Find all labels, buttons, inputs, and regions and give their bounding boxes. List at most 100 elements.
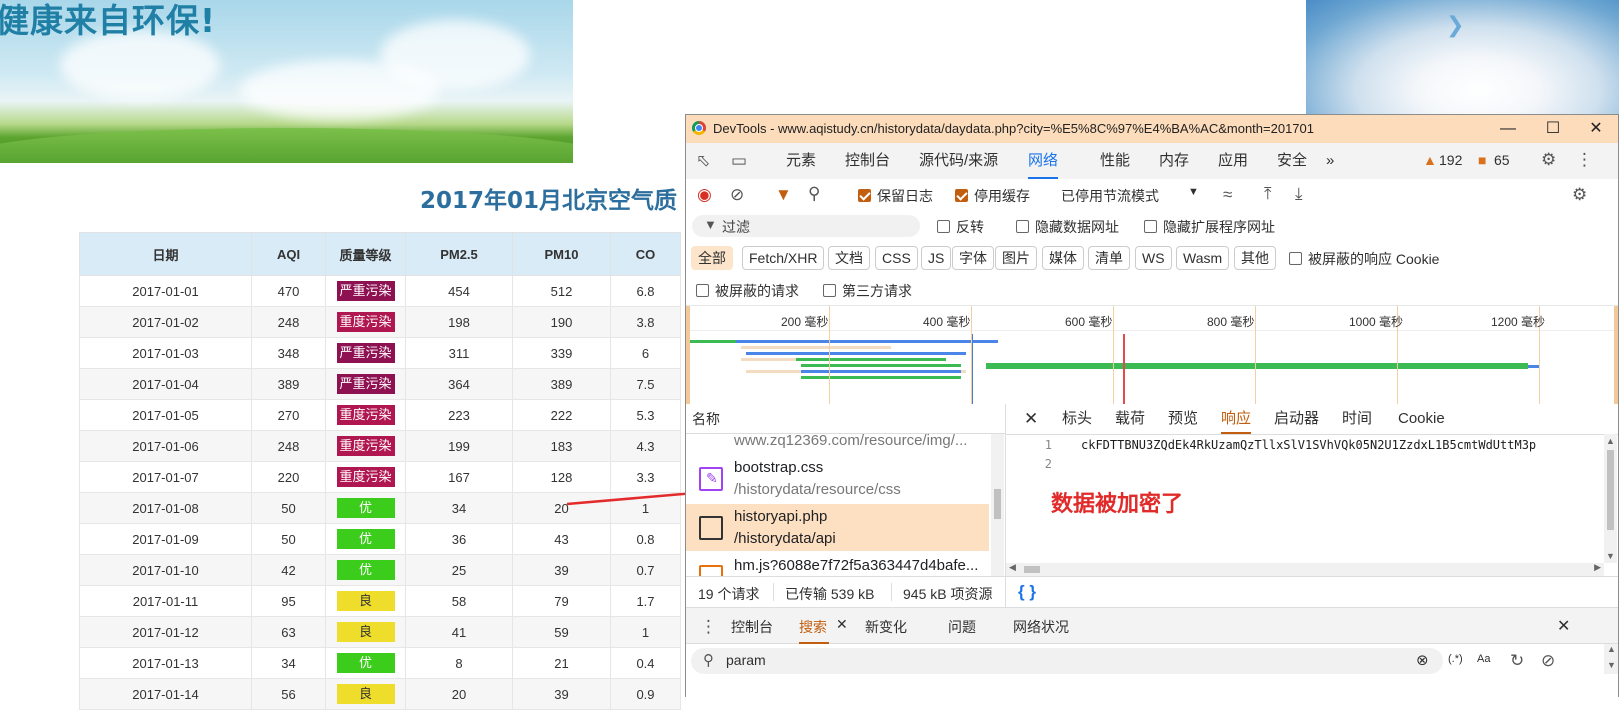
- detail-tab-headers[interactable]: 标头: [1062, 404, 1092, 434]
- tab-sources[interactable]: 源代码/来源: [919, 143, 998, 179]
- device-toolbar-icon[interactable]: ▭: [731, 152, 747, 169]
- preserve-log-checkbox[interactable]: [858, 187, 871, 203]
- timeline-tick-label: 1200 毫秒: [1491, 315, 1546, 329]
- drawer-tab-changes[interactable]: 新变化: [865, 617, 907, 637]
- clear-icon[interactable]: ⊘: [730, 186, 744, 203]
- filter-icon[interactable]: ▼: [775, 186, 792, 203]
- more-tabs-icon[interactable]: »: [1326, 143, 1334, 179]
- type-filter-chip[interactable]: 其他: [1234, 246, 1276, 270]
- drawer-tab-network-conditions[interactable]: 网络状况: [1013, 617, 1069, 637]
- search-scrollbar[interactable]: ▲ ▼: [1604, 644, 1618, 674]
- type-filter-chip[interactable]: WS: [1135, 246, 1172, 270]
- detail-tab-preview[interactable]: 预览: [1168, 404, 1198, 434]
- network-settings-icon[interactable]: ⚙: [1572, 186, 1587, 203]
- tab-security[interactable]: 安全: [1277, 143, 1307, 179]
- type-filter-chip[interactable]: CSS: [875, 246, 918, 270]
- drawer-tab-issues[interactable]: 问题: [948, 617, 976, 637]
- type-filter-chip[interactable]: JS: [921, 246, 952, 270]
- type-filter-chip[interactable]: Wasm: [1176, 246, 1230, 270]
- request-list-scrollbar[interactable]: [991, 434, 1004, 576]
- hide-ext-urls-checkbox[interactable]: [1144, 218, 1157, 234]
- tab-elements[interactable]: 元素: [786, 143, 816, 179]
- disable-cache-checkbox[interactable]: [955, 187, 968, 203]
- pretty-print-icon[interactable]: { }: [1018, 582, 1036, 602]
- maximize-button[interactable]: ☐: [1531, 116, 1575, 142]
- search-input[interactable]: ⚲ param ⊗: [691, 648, 1443, 674]
- drawer-menu-icon[interactable]: ⋮: [700, 618, 717, 635]
- request-path: /historydata/resource/css: [734, 481, 901, 498]
- line-number: 2: [1044, 457, 1052, 471]
- hide-ext-urls-label: 隐藏扩展程序网址: [1163, 219, 1275, 235]
- detail-tab-cookies[interactable]: Cookie: [1398, 404, 1445, 434]
- drawer-tab-search[interactable]: 搜索: [799, 617, 827, 637]
- preserve-log-label: 保留日志: [877, 188, 933, 204]
- request-row[interactable]: ✎ bootstrap.css /historydata/resource/cs…: [686, 455, 989, 502]
- tab-performance[interactable]: 性能: [1100, 143, 1130, 179]
- timeline-tick-label: 400 毫秒: [923, 315, 971, 329]
- close-search-tab-icon[interactable]: ✕: [836, 616, 848, 633]
- chevron-down-icon[interactable]: ▼: [1188, 186, 1199, 198]
- warning-count[interactable]: 192: [1439, 152, 1462, 168]
- response-scrollbar[interactable]: ▲ ▼: [1604, 434, 1617, 563]
- inspect-element-icon[interactable]: ⬁: [696, 152, 710, 169]
- type-filter-chip[interactable]: 清单: [1088, 246, 1130, 270]
- tab-console[interactable]: 控制台: [845, 143, 890, 179]
- response-line[interactable]: ckFDTTBNU3ZQdEk4RkUzamQzTllxSlV1SVhVQk05…: [1081, 438, 1536, 452]
- hide-data-urls-label: 隐藏数据网址: [1035, 219, 1119, 235]
- type-filter-chip[interactable]: 文档: [828, 246, 870, 270]
- type-filter-chip[interactable]: 媒体: [1042, 246, 1084, 270]
- import-har-icon[interactable]: ⤒: [1264, 185, 1272, 202]
- network-toolbar: ◉ ⊘ ▼ ⚲ 保留日志 停用缓存 已停用节流模式 ▼ ≈ ⤒ ⤓ ⚙: [686, 179, 1618, 212]
- error-count[interactable]: 65: [1494, 152, 1510, 168]
- drawer-tab-console[interactable]: 控制台: [731, 617, 773, 637]
- blocked-cookies-checkbox[interactable]: [1289, 250, 1302, 266]
- invert-checkbox[interactable]: [937, 218, 950, 234]
- case-sensitive-toggle[interactable]: Aa: [1477, 653, 1490, 665]
- network-conditions-icon[interactable]: ≈: [1223, 186, 1232, 203]
- css-file-icon: ✎: [699, 467, 723, 491]
- settings-icon[interactable]: ⚙: [1541, 151, 1556, 168]
- more-options-icon[interactable]: ⋮: [1576, 151, 1593, 168]
- network-timeline-overview[interactable]: 200 毫秒 400 毫秒 600 毫秒 800 毫秒 1000 毫秒 1200 毫秒: [686, 305, 1618, 405]
- timeline-tick-label: 600 毫秒: [1065, 315, 1113, 329]
- timeline-tick-label: 200 毫秒: [781, 315, 829, 329]
- detail-tab-timing[interactable]: 时间: [1342, 404, 1372, 434]
- clear-search-icon[interactable]: ⊗: [1416, 651, 1429, 669]
- clear-results-icon[interactable]: ⊘: [1541, 652, 1555, 669]
- record-icon[interactable]: ◉: [697, 186, 712, 203]
- type-filter-chip[interactable]: 图片: [995, 246, 1037, 270]
- filter-input[interactable]: ▼ 过滤: [692, 215, 920, 237]
- tab-application[interactable]: 应用: [1218, 143, 1248, 179]
- resource-size: 945 kB 项资源: [903, 586, 993, 602]
- detail-tab-response[interactable]: 响应: [1221, 404, 1252, 434]
- close-detail-icon[interactable]: ✕: [1024, 404, 1038, 434]
- type-filter-chip[interactable]: Fetch/XHR: [742, 246, 825, 270]
- third-party-checkbox[interactable]: [823, 282, 836, 298]
- blocked-requests-checkbox[interactable]: [696, 282, 709, 298]
- regex-toggle[interactable]: (.*): [1448, 653, 1463, 665]
- hide-data-urls-checkbox[interactable]: [1016, 218, 1029, 234]
- tab-network[interactable]: 网络: [1028, 143, 1059, 179]
- drawer-tab-bar: ⋮ 控制台 搜索 ✕ 新变化 问题 网络状况 ✕: [686, 608, 1618, 644]
- request-row-selected[interactable]: historyapi.php /historydata/api: [686, 504, 989, 551]
- filter-placeholder: 过滤: [722, 219, 750, 235]
- throttle-select[interactable]: 已停用节流模式: [1061, 186, 1159, 206]
- tab-memory[interactable]: 内存: [1159, 143, 1189, 179]
- document-file-icon: [699, 516, 723, 540]
- search-icon[interactable]: ⚲: [808, 185, 820, 202]
- detail-tab-payload[interactable]: 载荷: [1115, 404, 1145, 434]
- search-panel: ⚲ param ⊗ (.*) Aa ↻ ⊘ ▲ ▼: [686, 644, 1618, 698]
- request-row[interactable]: hm.js?6088e7f72f5a363447d4bafe...: [686, 553, 989, 576]
- minimize-button[interactable]: —: [1486, 116, 1530, 142]
- type-filter-chip[interactable]: 全部: [691, 246, 733, 270]
- close-window-button[interactable]: ✕: [1574, 116, 1618, 142]
- line-number: 1: [1044, 438, 1052, 452]
- export-har-icon[interactable]: ⤓: [1295, 185, 1303, 202]
- refresh-icon[interactable]: ↻: [1510, 652, 1524, 669]
- detail-tab-initiator[interactable]: 启动器: [1274, 404, 1319, 434]
- close-drawer-icon[interactable]: ✕: [1557, 616, 1570, 636]
- type-filter-chip[interactable]: 字体: [952, 246, 994, 270]
- blocked-filter-row: 被屏蔽的请求 第三方请求: [686, 273, 1618, 305]
- horizontal-scrollbar[interactable]: ◀ ▶: [1006, 562, 1604, 576]
- request-row[interactable]: www.zq12369.com/resource/img/...: [686, 418, 989, 449]
